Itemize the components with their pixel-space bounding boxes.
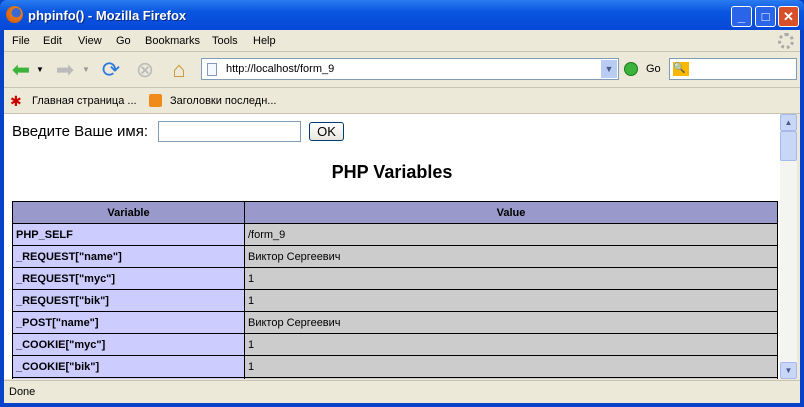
variable-cell: _COOKIE["bik"]: [12, 355, 245, 378]
menu-bar: File Edit View Go Bookmarks Tools Help: [4, 30, 800, 52]
rss-icon: [149, 94, 162, 107]
scroll-down-button[interactable]: ▼: [780, 362, 797, 379]
menu-tools[interactable]: Tools: [212, 35, 238, 47]
variable-cell: _COOKIE["myc"]: [12, 333, 245, 356]
close-button[interactable]: ✕: [778, 6, 799, 27]
bookmark-headlines[interactable]: Заголовки последн...: [170, 95, 276, 107]
back-button[interactable]: ⬅: [8, 57, 34, 83]
variable-cell: _REQUEST["name"]: [12, 245, 245, 268]
table-header: Variable Value: [12, 201, 778, 224]
home-button[interactable]: ⌂: [166, 57, 192, 83]
url-text[interactable]: http://localhost/form_9: [226, 63, 334, 75]
go-button[interactable]: Go: [646, 63, 661, 75]
table-row: _POST["name"] Виктор Сергеевич: [12, 311, 778, 334]
status-bar: Done: [4, 380, 800, 403]
search-input[interactable]: 🔍: [669, 58, 797, 80]
table-row: _COOKIE["myc"] 1: [12, 333, 778, 356]
stop-button[interactable]: ⊗: [132, 57, 158, 83]
value-cell: 1: [244, 355, 778, 378]
table-row: _REQUEST["name"] Виктор Сергеевич: [12, 245, 778, 268]
table-row: _COOKIE["bik"] 1: [12, 355, 778, 378]
scroll-thumb[interactable]: [780, 131, 797, 161]
value-cell: 1: [244, 289, 778, 312]
value-cell: 1: [244, 333, 778, 356]
value-cell: [244, 377, 778, 379]
variable-cell: _REQUEST["myc"]: [12, 267, 245, 290]
maximize-button[interactable]: □: [755, 6, 776, 27]
navigation-toolbar: ⬅ ▼ ➡ ▼ ⟳ ⊗ ⌂ http://localhost/form_9 ▼ …: [4, 52, 800, 88]
title-bar: phpinfo() - Mozilla Firefox _ □ ✕: [0, 0, 804, 30]
variable-cell: _POST["name"]: [12, 311, 245, 334]
table-row: _REQUEST["myc"] 1: [12, 267, 778, 290]
minimize-button[interactable]: _: [731, 6, 752, 27]
menu-go[interactable]: Go: [116, 35, 131, 47]
name-label: Введите Ваше имя:: [12, 123, 149, 140]
menu-bookmarks[interactable]: Bookmarks: [145, 35, 200, 47]
go-icon[interactable]: [624, 62, 638, 76]
forward-button[interactable]: ➡: [52, 57, 78, 83]
back-dropdown-icon[interactable]: ▼: [34, 57, 46, 83]
variable-cell: _REQUEST["bik"]: [12, 289, 245, 312]
firefox-icon: [6, 6, 23, 23]
value-cell: Виктор Сергеевич: [244, 311, 778, 334]
bookmark-icon: ✱: [10, 93, 22, 109]
status-text: Done: [9, 386, 36, 398]
header-variable: Variable: [12, 201, 245, 224]
url-bar[interactable]: http://localhost/form_9 ▼: [201, 58, 619, 80]
name-input[interactable]: [158, 121, 301, 142]
page-icon: [207, 63, 217, 76]
page-content: Введите Ваше имя: OK PHP Variables Varia…: [4, 114, 780, 379]
page-heading: PHP Variables: [331, 162, 453, 182]
table-row: _REQUEST["bik"] 1: [12, 289, 778, 312]
value-cell: /form_9: [244, 223, 778, 246]
table-row: PHP_SELF/form_9: [12, 223, 778, 246]
url-dropdown-button[interactable]: ▼: [601, 60, 617, 78]
bookmarks-toolbar: ✱ Главная страница ... Заголовки последн…: [4, 88, 800, 114]
reload-button[interactable]: ⟳: [98, 57, 124, 83]
vertical-scrollbar[interactable]: ▲ ▼: [780, 114, 797, 379]
menu-file[interactable]: File: [12, 35, 30, 47]
name-form: Введите Ваше имя: OK: [12, 121, 344, 142]
window-title: phpinfo() - Mozilla Firefox: [28, 8, 187, 23]
variables-table: Variable Value PHP_SELF/form_9 _REQUEST[…: [12, 201, 778, 379]
table-row: [12, 377, 778, 379]
menu-view[interactable]: View: [78, 35, 102, 47]
search-engine-icon[interactable]: 🔍: [673, 62, 689, 76]
forward-dropdown-icon[interactable]: ▼: [80, 57, 92, 83]
bookmark-home[interactable]: Главная страница ...: [32, 95, 137, 107]
variable-cell: [12, 377, 245, 379]
variable-cell: PHP_SELF: [12, 223, 245, 246]
throbber-icon: [778, 33, 794, 49]
menu-help[interactable]: Help: [253, 35, 276, 47]
value-cell: 1: [244, 267, 778, 290]
scroll-up-button[interactable]: ▲: [780, 114, 797, 131]
value-cell: Виктор Сергеевич: [244, 245, 778, 268]
ok-button[interactable]: OK: [309, 122, 344, 141]
menu-edit[interactable]: Edit: [43, 35, 62, 47]
header-value: Value: [244, 201, 778, 224]
